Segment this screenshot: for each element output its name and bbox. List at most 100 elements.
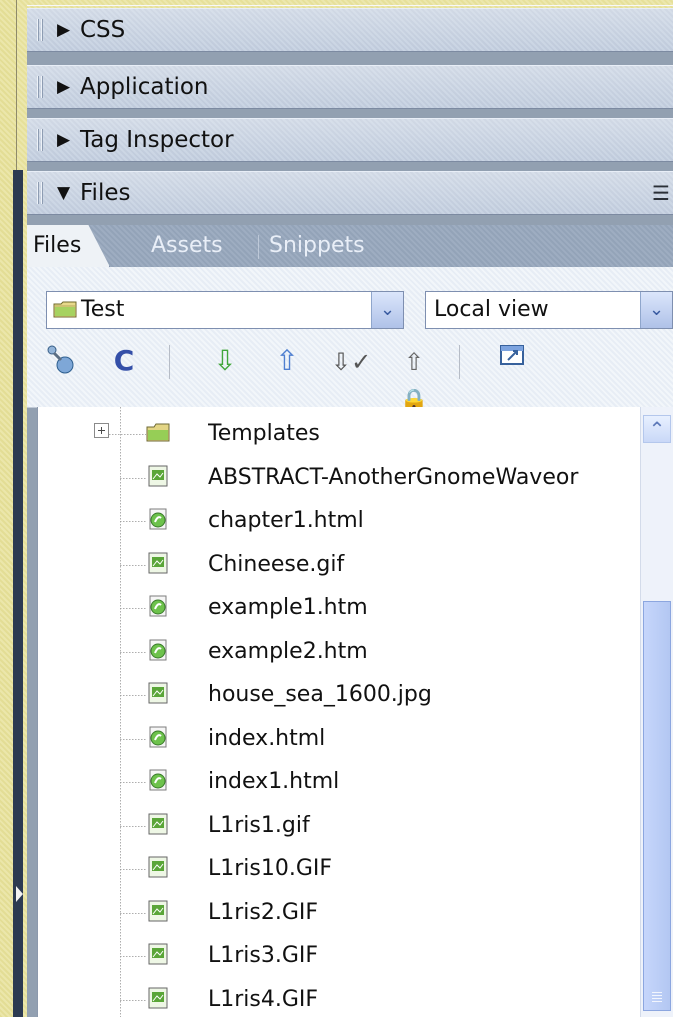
site-select[interactable]: Test ⌄: [46, 291, 404, 329]
image-file-icon: [148, 552, 168, 573]
drag-grip-icon[interactable]: [37, 76, 44, 98]
tree-row-file[interactable]: example1.htm: [38, 586, 641, 630]
tree-row-file[interactable]: L1ris4.GIF: [38, 978, 641, 1017]
panel-options-menu-icon[interactable]: ☰: [649, 181, 673, 205]
tree-connector: [120, 564, 146, 566]
html-file-icon: [149, 726, 167, 747]
tree-row-file[interactable]: L1ris1.gif: [38, 804, 641, 848]
plus-expander-icon[interactable]: [94, 423, 109, 438]
tree-row-file[interactable]: house_sea_1600.jpg: [38, 673, 641, 717]
top-highlight: [27, 5, 673, 6]
view-select[interactable]: Local view ⌄: [425, 291, 673, 329]
tree-row-file[interactable]: index.html: [38, 717, 641, 761]
tab-divider: [258, 235, 259, 259]
tab-assets[interactable]: Assets: [145, 225, 223, 267]
put-files-icon[interactable]: ⇧: [268, 342, 306, 380]
panel-group-label: CSS: [80, 17, 126, 43]
file-name: example2.htm: [208, 638, 368, 664]
tab-label: Snippets: [269, 233, 365, 258]
tab-label: Files: [33, 233, 82, 258]
view-select-value: Local view: [434, 297, 549, 322]
chevron-down-icon[interactable]: ⌄: [640, 292, 672, 328]
tree-row-file[interactable]: chapter1.html: [38, 499, 641, 543]
check-in-icon[interactable]: ⇧🔒: [395, 342, 433, 415]
tree-connector: [120, 651, 146, 653]
expand-arrow-icon: ▶: [57, 130, 71, 150]
tree-connector: [120, 912, 146, 914]
panel-group-label: Files: [80, 180, 131, 206]
collapse-arrow-icon: ▼: [57, 183, 71, 203]
file-name: L1ris1.gif: [208, 812, 310, 838]
image-file-icon: [148, 943, 168, 965]
tab-snippets[interactable]: Snippets: [263, 225, 365, 267]
tab-files[interactable]: Files: [27, 225, 110, 267]
site-select-value: Test: [81, 297, 125, 322]
tree-connector: [120, 999, 146, 1001]
image-file-icon: [148, 987, 168, 1008]
image-file-icon: [148, 465, 168, 486]
file-name: chapter1.html: [208, 508, 364, 533]
tree-row-file[interactable]: ABSTRACT-AnotherGnomeWaveor: [38, 456, 641, 500]
file-name: Templates: [208, 421, 320, 446]
connect-icon[interactable]: [41, 342, 79, 380]
file-name: L1ris3.GIF: [208, 943, 319, 968]
tree-connector: [120, 738, 146, 740]
image-file-icon: [148, 856, 168, 878]
tree-connector: [120, 782, 146, 783]
panel-group-css[interactable]: ▶ CSS: [27, 8, 673, 52]
scroll-thumb[interactable]: [643, 601, 671, 1011]
file-tree-scrollbar[interactable]: ⌃: [640, 407, 673, 1017]
expand-panel-icon[interactable]: [494, 342, 532, 380]
check-out-icon[interactable]: ⇩✓: [331, 342, 371, 380]
tree-row-file[interactable]: index1.html: [38, 760, 641, 804]
panel-group-label: Application: [80, 74, 209, 100]
file-name: ABSTRACT-AnotherGnomeWaveor: [208, 464, 579, 490]
file-name: house_sea_1600.jpg: [208, 682, 432, 707]
tree-row-file[interactable]: Chineese.gif: [38, 543, 641, 587]
html-file-icon: [149, 639, 167, 660]
scroll-thumb-grip-icon: [652, 992, 662, 1002]
expand-arrow-icon: ▶: [57, 20, 71, 40]
tree-connector: [120, 869, 146, 870]
file-name: L1ris10.GIF: [208, 856, 333, 881]
tree-connector: [120, 477, 146, 479]
drag-grip-icon[interactable]: [37, 182, 44, 204]
image-file-icon: [148, 682, 168, 704]
html-file-icon: [149, 769, 167, 791]
file-name: L1ris2.GIF: [208, 899, 319, 925]
tree-row-file[interactable]: example2.htm: [38, 630, 641, 674]
file-tree[interactable]: Templates ABSTRACT-AnotherGnomeWaveor ch…: [37, 407, 641, 1017]
scroll-up-icon[interactable]: ⌃: [643, 415, 671, 443]
files-toolbar-area: Test ⌄ Local view ⌄ C ⇩ ⇧ ⇩✓ ⇧🔒: [27, 267, 673, 415]
file-name: index1.html: [208, 769, 340, 794]
folder-icon: [146, 423, 170, 442]
chevron-down-icon[interactable]: ⌄: [371, 292, 403, 328]
toolbar-divider: [169, 345, 170, 379]
image-file-icon: [148, 900, 168, 921]
tree-row-templates[interactable]: Templates: [38, 412, 641, 456]
file-name: Chineese.gif: [208, 551, 345, 577]
dock-collapse-arrow-icon[interactable]: [16, 886, 23, 902]
toolbar-divider: [459, 345, 460, 379]
panel-group-label: Tag Inspector: [80, 127, 234, 153]
tab-label: Assets: [151, 233, 223, 258]
file-name: example1.htm: [208, 595, 368, 620]
get-files-icon[interactable]: ⇩: [206, 342, 244, 380]
panel-group-files[interactable]: ▼ Files ☰: [27, 171, 673, 215]
file-name: index.html: [208, 725, 326, 751]
refresh-icon[interactable]: C: [105, 342, 143, 380]
tree-connector: [120, 825, 146, 827]
tree-connector: [120, 521, 146, 522]
panel-group-tag-inspector[interactable]: ▶ Tag Inspector: [27, 118, 673, 162]
drag-grip-icon[interactable]: [37, 19, 44, 41]
html-file-icon: [149, 595, 167, 617]
drag-grip-icon[interactable]: [37, 129, 44, 151]
panel-group-application[interactable]: ▶ Application: [27, 65, 673, 109]
tree-connector: [120, 608, 146, 609]
tree-connector: [120, 956, 146, 957]
tree-row-file[interactable]: L1ris10.GIF: [38, 847, 641, 891]
tree-row-file[interactable]: L1ris2.GIF: [38, 891, 641, 935]
expand-arrow-icon: ▶: [57, 77, 71, 97]
tree-row-file[interactable]: L1ris3.GIF: [38, 934, 641, 978]
folder-icon: [53, 301, 77, 318]
